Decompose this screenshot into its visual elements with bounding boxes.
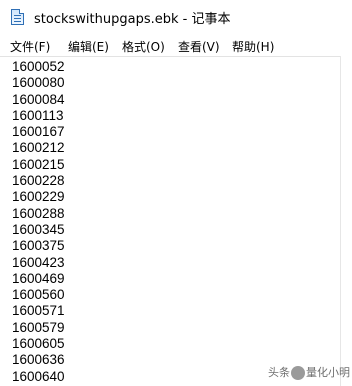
- text-line: 1600423: [12, 254, 65, 270]
- text-line: 1600636: [12, 352, 65, 368]
- watermark-name: 量化小明: [306, 366, 350, 379]
- icon-line: [14, 15, 21, 16]
- title-bar[interactable]: stockswithupgaps.ebk - 记事本: [0, 0, 352, 34]
- menu-view[interactable]: 查看(V): [178, 38, 220, 55]
- menu-help[interactable]: 帮助(H): [232, 38, 274, 55]
- text-line: 1600469: [12, 270, 65, 286]
- text-line: 1600571: [12, 303, 65, 319]
- icon-line: [14, 18, 21, 19]
- notepad-window: stockswithupgaps.ebk - 记事本 文件(F) 编辑(E) 格…: [0, 0, 352, 386]
- window-title: stockswithupgaps.ebk - 记事本: [34, 12, 231, 27]
- text-line: 1600288: [12, 205, 65, 221]
- text-line: 1600579: [12, 319, 65, 335]
- text-line: 1600113: [12, 107, 64, 123]
- text-line: 1600229: [12, 189, 65, 205]
- icon-line: [14, 21, 21, 22]
- author-avatar-icon: [291, 366, 305, 380]
- text-lines: 1600052 1600080 1600084 1600113 1600167 …: [12, 59, 65, 386]
- notepad-icon[interactable]: [11, 9, 24, 25]
- text-editor[interactable]: 1600052 1600080 1600084 1600113 1600167 …: [0, 56, 352, 386]
- watermark: 头条 量化小明: [268, 364, 350, 380]
- text-line: 1600084: [12, 91, 65, 107]
- menu-file[interactable]: 文件(F): [10, 38, 50, 55]
- text-line: 1600212: [12, 140, 65, 156]
- text-line: 1600640: [12, 368, 65, 384]
- text-line: 1600345: [12, 221, 65, 237]
- menu-format[interactable]: 格式(O): [122, 38, 165, 55]
- page-fold: [19, 9, 24, 14]
- text-line: 1600605: [12, 336, 65, 352]
- text-line: 1600052: [12, 59, 65, 74]
- text-line: 1600560: [12, 287, 65, 303]
- watermark-prefix: 头条: [268, 366, 290, 379]
- text-line: 1600375: [12, 238, 65, 254]
- text-line: 1600228: [12, 173, 65, 189]
- text-line: 1600215: [12, 156, 65, 172]
- menu-edit[interactable]: 编辑(E): [68, 38, 109, 55]
- text-line: 1600080: [12, 75, 65, 91]
- menu-bar: 文件(F) 编辑(E) 格式(O) 查看(V) 帮助(H): [0, 34, 352, 56]
- vertical-scrollbar[interactable]: [340, 56, 352, 386]
- text-line: 1600167: [12, 124, 65, 140]
